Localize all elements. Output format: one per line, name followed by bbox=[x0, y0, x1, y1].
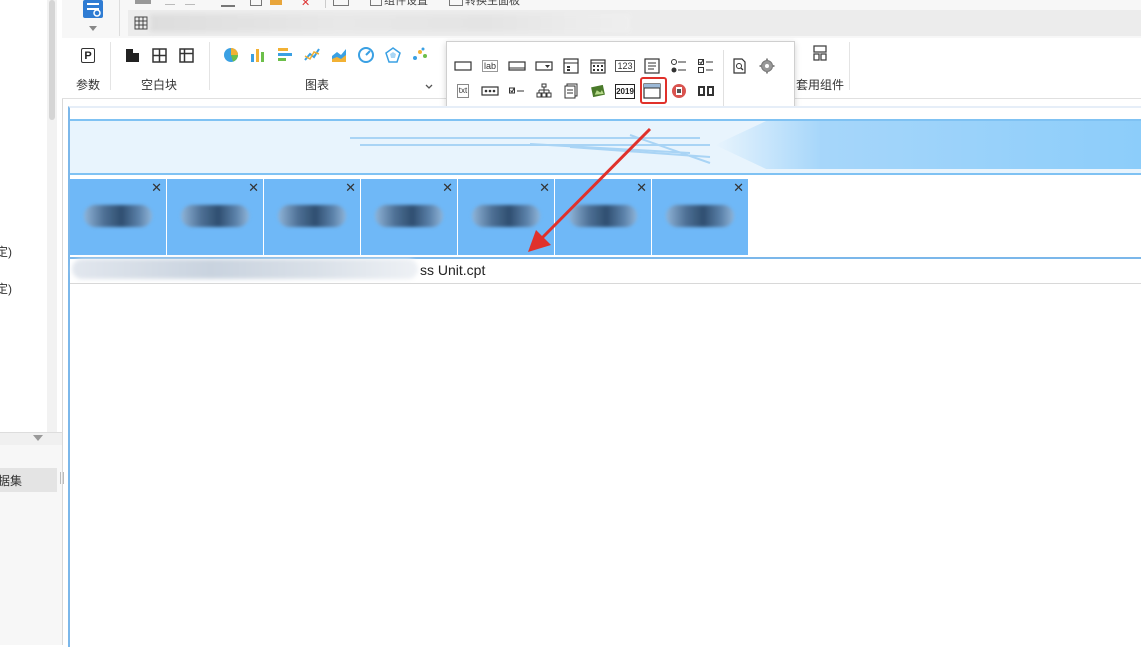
tab-component-highlight bbox=[640, 77, 667, 104]
close-icon[interactable]: ✕ bbox=[345, 181, 356, 194]
tab-button-4[interactable]: ✕ bbox=[361, 179, 458, 255]
dataset-tab-label: 据集 bbox=[0, 474, 23, 488]
copy-icon[interactable] bbox=[250, 0, 262, 6]
bar-chart-icon[interactable] bbox=[249, 46, 267, 64]
scatter-chart-icon[interactable] bbox=[411, 46, 429, 64]
tab-button-7[interactable]: ✕ bbox=[652, 179, 749, 255]
search-query-icon[interactable] bbox=[731, 58, 749, 74]
area-chart-icon[interactable] bbox=[330, 46, 348, 64]
undo-icon[interactable] bbox=[165, 0, 175, 5]
file-tab-blurred[interactable] bbox=[150, 14, 630, 32]
close-icon[interactable]: ✕ bbox=[442, 181, 453, 194]
date-widget-icon[interactable] bbox=[589, 58, 607, 74]
gear-icon[interactable] bbox=[758, 58, 776, 74]
tab-button-6[interactable]: ✕ bbox=[555, 179, 652, 255]
left-scrollbar-thumb[interactable] bbox=[49, 0, 55, 120]
split-layout-icon[interactable] bbox=[152, 48, 167, 63]
pie-chart-icon[interactable] bbox=[222, 46, 240, 64]
close-icon[interactable]: ✕ bbox=[248, 181, 259, 194]
app-menu-caret-icon[interactable] bbox=[89, 26, 97, 31]
tab-label-blurred bbox=[666, 205, 734, 227]
absolute-layout-icon[interactable] bbox=[125, 48, 140, 63]
tree-widget-icon[interactable] bbox=[535, 83, 553, 99]
number-widget-icon[interactable]: 123 bbox=[615, 58, 635, 74]
component-settings-icon[interactable] bbox=[370, 0, 382, 6]
redo-icon[interactable] bbox=[185, 0, 195, 5]
button-widget-icon[interactable] bbox=[508, 58, 526, 74]
tab-button-5[interactable]: ✕ bbox=[458, 179, 555, 255]
label-icon-text: lab bbox=[481, 60, 498, 72]
toolbar-divider-2 bbox=[325, 0, 326, 8]
password-widget-icon[interactable] bbox=[481, 83, 499, 99]
template-component-icon[interactable] bbox=[812, 45, 828, 61]
left-item-2[interactable]: 定) bbox=[0, 280, 12, 297]
report-block-icon[interactable] bbox=[562, 83, 580, 99]
tab-label-blurred bbox=[375, 205, 443, 227]
tab-label-blurred bbox=[472, 205, 540, 227]
horizontal-bar-icon[interactable] bbox=[276, 46, 294, 64]
chart-label[interactable]: 图表 bbox=[305, 76, 329, 93]
parameter-label[interactable]: 参数 bbox=[76, 76, 100, 93]
left-item-1[interactable]: 定) bbox=[0, 243, 12, 260]
chart-expand-icon[interactable] bbox=[425, 80, 433, 89]
txt-widget-text: txt bbox=[456, 84, 470, 98]
report-file-name: ss Unit.cpt bbox=[420, 262, 486, 278]
switch-panel-icon[interactable] bbox=[449, 0, 463, 6]
tab-button-1[interactable]: ✕ bbox=[70, 179, 167, 255]
paste-icon[interactable] bbox=[270, 0, 282, 5]
save-icon[interactable] bbox=[135, 0, 151, 4]
blank-block-label[interactable]: 空白块 bbox=[141, 76, 177, 93]
banner-accent bbox=[715, 121, 1141, 169]
counter-widget-icon[interactable] bbox=[697, 83, 715, 99]
tab-button-3[interactable]: ✕ bbox=[264, 179, 361, 255]
template-component-label[interactable]: 套用组件 bbox=[796, 76, 844, 93]
close-icon[interactable]: ✕ bbox=[539, 181, 550, 194]
close-icon[interactable]: ✕ bbox=[636, 181, 647, 194]
component-settings-label[interactable]: 组件设置 bbox=[384, 0, 428, 8]
radio-group-icon[interactable] bbox=[670, 58, 688, 74]
dropdown-widget-icon[interactable] bbox=[535, 58, 553, 74]
ribbon-divider-1 bbox=[110, 42, 111, 90]
text-box-icon[interactable] bbox=[454, 58, 472, 74]
left-panel-divider[interactable] bbox=[0, 432, 62, 446]
panel-resize-grip[interactable] bbox=[60, 472, 64, 484]
grid-icon bbox=[134, 16, 148, 30]
checkbox-widget-icon[interactable] bbox=[508, 83, 526, 99]
preview-icon[interactable] bbox=[333, 0, 349, 6]
year-widget-icon[interactable]: 2019 bbox=[615, 83, 635, 99]
text-area-icon[interactable] bbox=[643, 58, 661, 74]
tab-label-blurred bbox=[278, 205, 346, 227]
ribbon-divider-2 bbox=[209, 42, 210, 90]
switch-panel-label[interactable]: 转换主面板 bbox=[465, 0, 520, 8]
gauge-chart-icon[interactable] bbox=[357, 46, 375, 64]
cut-icon[interactable] bbox=[221, 0, 235, 7]
parameter-icon[interactable]: P bbox=[81, 48, 95, 63]
label-icon[interactable]: lab bbox=[481, 58, 499, 74]
table-layout-icon[interactable] bbox=[179, 48, 194, 63]
close-icon[interactable]: ✕ bbox=[151, 181, 162, 194]
checkbox-group-icon[interactable] bbox=[697, 58, 715, 74]
dropdown-tree-icon[interactable] bbox=[562, 58, 580, 74]
txt-widget-icon[interactable]: txt bbox=[454, 83, 472, 99]
line-chart-icon[interactable] bbox=[303, 46, 321, 64]
radar-chart-icon[interactable] bbox=[384, 46, 402, 64]
ribbon-divider-3 bbox=[849, 42, 850, 90]
frame-widget-icon[interactable] bbox=[670, 83, 688, 99]
year-widget-text: 2019 bbox=[615, 83, 635, 99]
close-icon[interactable]: ✕ bbox=[733, 181, 744, 194]
popup-divider bbox=[723, 50, 724, 110]
number-widget-text: 123 bbox=[615, 60, 635, 72]
tab-label-blurred bbox=[84, 205, 152, 227]
image-widget-icon[interactable] bbox=[589, 83, 607, 99]
tab-label-blurred bbox=[181, 205, 249, 227]
collapse-arrow-icon[interactable] bbox=[33, 435, 43, 441]
report-path-blurred bbox=[72, 259, 418, 279]
tab-label-blurred bbox=[569, 205, 637, 227]
delete-icon[interactable]: ✕ bbox=[301, 0, 310, 9]
tab-button-2[interactable]: ✕ bbox=[167, 179, 264, 255]
app-menu-icon[interactable] bbox=[83, 0, 103, 18]
toolbar-divider bbox=[119, 0, 120, 36]
